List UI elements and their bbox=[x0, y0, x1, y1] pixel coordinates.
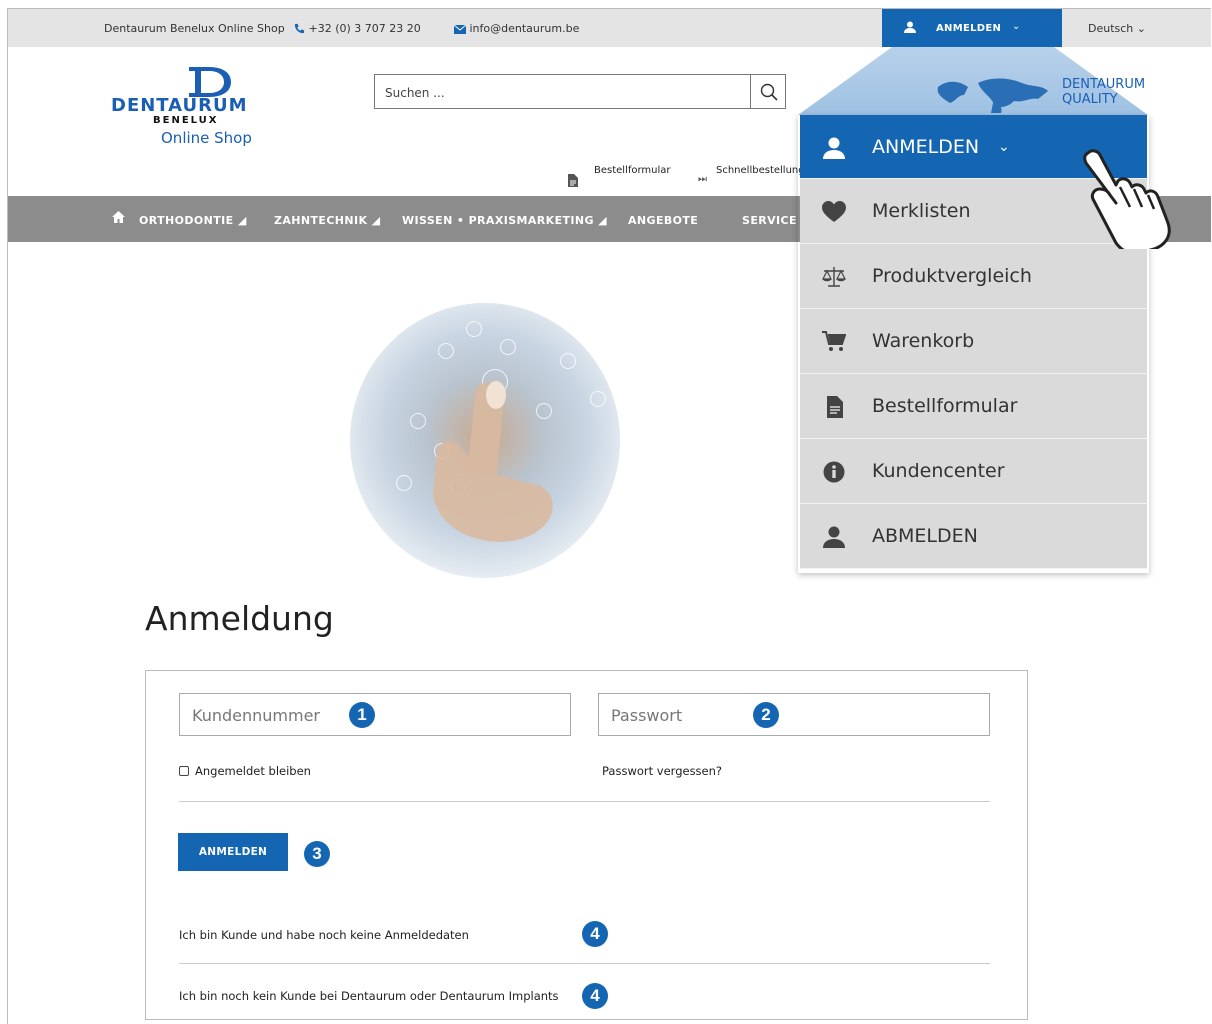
nav-label: ORTHODONTIE bbox=[139, 214, 234, 227]
menu-item-label: Produktvergleich bbox=[872, 265, 1032, 287]
quality-line-2: QUALITY bbox=[1062, 92, 1118, 107]
nav-label: WISSEN • PRAXISMARKETING bbox=[402, 214, 594, 227]
nav-item-wissen[interactable]: WISSEN • PRAXISMARKETING ◢ bbox=[402, 214, 607, 227]
step-badge-2: 2 bbox=[753, 702, 779, 728]
home-icon[interactable] bbox=[112, 211, 125, 223]
phone-icon bbox=[294, 23, 305, 34]
customer-number-input[interactable]: Kundennummer bbox=[179, 693, 571, 736]
pointer-hand-icon bbox=[1083, 149, 1171, 249]
shop-name: Dentaurum Benelux Online Shop bbox=[104, 22, 285, 35]
info-icon bbox=[823, 461, 845, 483]
divider bbox=[179, 963, 990, 964]
language-selector[interactable]: Deutsch ⌄ bbox=[1088, 22, 1146, 35]
login-submit-button[interactable]: ANMELDEN bbox=[178, 833, 288, 871]
login-dropdown-button[interactable]: ANMELDEN ⌄ bbox=[882, 9, 1062, 47]
forgot-password-link[interactable]: Passwort vergessen? bbox=[602, 764, 722, 778]
step-badge-3: 3 bbox=[304, 841, 330, 867]
step-badge-4: 4 bbox=[582, 921, 608, 947]
quality-line-1: DENTAURUM bbox=[1062, 77, 1146, 92]
logo-d-mark bbox=[189, 67, 231, 97]
fast-forward-icon: ⏭ bbox=[698, 174, 707, 185]
phone-link[interactable]: +32 (0) 3 707 23 20 bbox=[294, 22, 421, 35]
menu-item-label: Warenkorb bbox=[872, 330, 975, 352]
nav-item-orthodontie[interactable]: ORTHODONTIE ◢ bbox=[139, 214, 247, 227]
login-label: ANMELDEN bbox=[936, 23, 1002, 34]
dentaurum-quality-label: DENTAURUM QUALITY bbox=[1062, 77, 1145, 107]
menu-item-label: Merklisten bbox=[872, 200, 971, 222]
chevron-down-icon: ⌄ bbox=[1012, 21, 1021, 32]
menu-item-label: ABMELDEN bbox=[872, 525, 978, 547]
user-icon bbox=[823, 137, 845, 159]
phone-number: +32 (0) 3 707 23 20 bbox=[308, 22, 421, 35]
document-icon bbox=[827, 396, 843, 418]
top-bar: Dentaurum Benelux Online Shop +32 (0) 3 … bbox=[8, 9, 1211, 47]
mail-icon bbox=[453, 24, 467, 34]
nav-label: ANGEBOTE bbox=[628, 214, 699, 227]
menu-item-compare[interactable]: Produktvergleich bbox=[800, 244, 1147, 309]
search-button[interactable] bbox=[750, 74, 786, 109]
nav-item-angebote[interactable]: ANGEBOTE bbox=[628, 214, 698, 227]
cart-icon bbox=[822, 331, 846, 351]
user-icon bbox=[823, 526, 845, 548]
nav-label: ZAHNTECHNIK bbox=[274, 214, 368, 227]
not-customer-link[interactable]: Ich bin noch kein Kunde bei Dentaurum od… bbox=[179, 989, 559, 1003]
browser-viewport: Dentaurum Benelux Online Shop +32 (0) 3 … bbox=[7, 8, 1211, 1024]
logo-wordmark: DENTAURUM bbox=[111, 95, 248, 116]
chevron-down-icon: ⌄ bbox=[1136, 22, 1146, 35]
menu-item-label: Kundencenter bbox=[872, 460, 1005, 482]
remember-me-checkbox[interactable]: Angemeldet bleiben bbox=[179, 764, 311, 778]
user-icon bbox=[904, 21, 916, 33]
email-link[interactable]: info@dentaurum.be bbox=[453, 22, 580, 35]
nav-label: SERVICE bbox=[742, 214, 797, 227]
checkbox-box[interactable] bbox=[179, 766, 189, 776]
email-address: info@dentaurum.be bbox=[469, 22, 580, 35]
menu-item-logout[interactable]: ABMELDEN bbox=[800, 504, 1147, 569]
menu-item-label: ANMELDEN bbox=[872, 136, 980, 158]
search-icon bbox=[760, 83, 778, 101]
search-input[interactable]: Suchen ... bbox=[374, 74, 752, 109]
heart-icon bbox=[822, 201, 846, 222]
password-input[interactable]: Passwort bbox=[598, 693, 990, 736]
no-credentials-link[interactable]: Ich bin Kunde und habe noch keine Anmeld… bbox=[179, 928, 469, 942]
menu-item-label: Bestellformular bbox=[872, 395, 1018, 417]
hand-graphic bbox=[433, 381, 553, 542]
hero-touch-image bbox=[350, 303, 620, 578]
scale-icon bbox=[822, 267, 846, 287]
remember-me-label: Angemeldet bleiben bbox=[195, 764, 311, 778]
menu-item-cart[interactable]: Warenkorb bbox=[800, 309, 1147, 374]
quick-order-label: Schnellbestellung bbox=[716, 165, 805, 176]
nav-item-zahntechnik[interactable]: ZAHNTECHNIK ◢ bbox=[274, 214, 381, 227]
document-icon bbox=[568, 174, 578, 187]
logo-subline: BENELUX bbox=[153, 115, 219, 126]
chevron-down-icon: ⌄ bbox=[998, 139, 1010, 155]
logo-online-shop: Online Shop bbox=[161, 129, 252, 147]
menu-item-order-form[interactable]: Bestellformular bbox=[800, 374, 1147, 439]
language-label: Deutsch bbox=[1088, 22, 1134, 35]
step-badge-4b: 4 bbox=[582, 983, 608, 1009]
world-map-graphic bbox=[937, 78, 1048, 113]
menu-item-customer-center[interactable]: Kundencenter bbox=[800, 439, 1147, 504]
page-title: Anmeldung bbox=[145, 599, 334, 638]
order-form-label: Bestellformular bbox=[594, 165, 671, 176]
step-badge-1: 1 bbox=[349, 702, 375, 728]
divider bbox=[179, 801, 990, 802]
